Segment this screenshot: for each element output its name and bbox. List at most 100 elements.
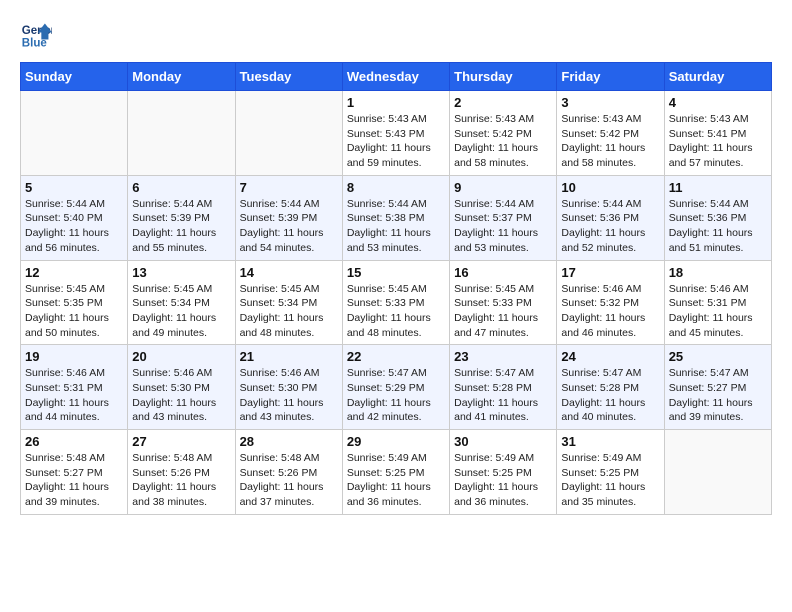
calendar-cell [128, 91, 235, 176]
calendar-cell: 14Sunrise: 5:45 AM Sunset: 5:34 PM Dayli… [235, 260, 342, 345]
day-number: 22 [347, 349, 445, 364]
day-info: Sunrise: 5:48 AM Sunset: 5:27 PM Dayligh… [25, 451, 123, 510]
day-info: Sunrise: 5:45 AM Sunset: 5:33 PM Dayligh… [454, 282, 552, 341]
day-info: Sunrise: 5:44 AM Sunset: 5:36 PM Dayligh… [561, 197, 659, 256]
calendar-table: SundayMondayTuesdayWednesdayThursdayFrid… [20, 62, 772, 515]
calendar-week-row: 19Sunrise: 5:46 AM Sunset: 5:31 PM Dayli… [21, 345, 772, 430]
day-number: 8 [347, 180, 445, 195]
day-info: Sunrise: 5:49 AM Sunset: 5:25 PM Dayligh… [561, 451, 659, 510]
day-number: 25 [669, 349, 767, 364]
day-number: 26 [25, 434, 123, 449]
day-info: Sunrise: 5:44 AM Sunset: 5:39 PM Dayligh… [132, 197, 230, 256]
calendar-week-row: 26 Sunrise: 5:48 AM Sunset: 5:27 PM Dayli… [21, 430, 772, 515]
day-info: Sunrise: 5:46 AM Sunset: 5:31 PM Dayligh… [669, 282, 767, 341]
day-info: Sunrise: 5:48 AM Sunset: 5:26 PM Dayligh… [240, 451, 338, 510]
logo-icon: General Blue [20, 20, 52, 52]
weekday-header-tuesday: Tuesday [235, 63, 342, 91]
day-number: 6 [132, 180, 230, 195]
calendar-cell: 23 Sunrise: 5:47 AM Sunset: 5:28 PM Dayli… [450, 345, 557, 430]
calendar-cell: 13 Sunrise: 5:45 AM Sunset: 5:34 PM Dayli… [128, 260, 235, 345]
calendar-cell: 20 Sunrise: 5:46 AM Sunset: 5:30 PM Dayli… [128, 345, 235, 430]
calendar-cell: 25 Sunrise: 5:47 AM Sunset: 5:27 PM Dayli… [664, 345, 771, 430]
day-info: Sunrise: 5:46 AM Sunset: 5:31 PM Dayligh… [25, 366, 123, 425]
calendar-cell: 17 Sunrise: 5:46 AM Sunset: 5:32 PM Dayli… [557, 260, 664, 345]
calendar-cell: 16 Sunrise: 5:45 AM Sunset: 5:33 PM Dayli… [450, 260, 557, 345]
day-number: 27 [132, 434, 230, 449]
calendar-cell: 30 Sunrise: 5:49 AM Sunset: 5:25 PM Dayli… [450, 430, 557, 515]
day-info: Sunrise: 5:44 AM Sunset: 5:39 PM Dayligh… [240, 197, 338, 256]
calendar-cell: 31 Sunrise: 5:49 AM Sunset: 5:25 PM Dayli… [557, 430, 664, 515]
day-info: Sunrise: 5:45 AM Sunset: 5:34 PM Dayligh… [132, 282, 230, 341]
day-info: Sunrise: 5:49 AM Sunset: 5:25 PM Dayligh… [347, 451, 445, 510]
day-info: Sunrise: 5:43 AM Sunset: 5:42 PM Dayligh… [561, 112, 659, 171]
calendar-cell: 18 Sunrise: 5:46 AM Sunset: 5:31 PM Dayli… [664, 260, 771, 345]
calendar-cell: 19Sunrise: 5:46 AM Sunset: 5:31 PM Dayli… [21, 345, 128, 430]
weekday-header-sunday: Sunday [21, 63, 128, 91]
day-info: Sunrise: 5:43 AM Sunset: 5:43 PM Dayligh… [347, 112, 445, 171]
calendar-cell: 9 Sunrise: 5:44 AM Sunset: 5:37 PM Daylig… [450, 175, 557, 260]
calendar-cell: 8Sunrise: 5:44 AM Sunset: 5:38 PM Daylig… [342, 175, 449, 260]
calendar-week-row: 5Sunrise: 5:44 AM Sunset: 5:40 PM Daylig… [21, 175, 772, 260]
day-number: 17 [561, 265, 659, 280]
day-number: 7 [240, 180, 338, 195]
weekday-header-saturday: Saturday [664, 63, 771, 91]
calendar-cell: 28 Sunrise: 5:48 AM Sunset: 5:26 PM Dayli… [235, 430, 342, 515]
calendar-cell: 1 Sunrise: 5:43 AM Sunset: 5:43 PM Daylig… [342, 91, 449, 176]
day-number: 29 [347, 434, 445, 449]
calendar-cell: 6 Sunrise: 5:44 AM Sunset: 5:39 PM Daylig… [128, 175, 235, 260]
day-number: 10 [561, 180, 659, 195]
day-number: 30 [454, 434, 552, 449]
calendar-cell: 10 Sunrise: 5:44 AM Sunset: 5:36 PM Dayli… [557, 175, 664, 260]
weekday-header-wednesday: Wednesday [342, 63, 449, 91]
day-number: 24 [561, 349, 659, 364]
day-info: Sunrise: 5:49 AM Sunset: 5:25 PM Dayligh… [454, 451, 552, 510]
day-number: 28 [240, 434, 338, 449]
calendar-cell: 4 Sunrise: 5:43 AM Sunset: 5:41 PM Daylig… [664, 91, 771, 176]
weekday-header-monday: Monday [128, 63, 235, 91]
day-info: Sunrise: 5:47 AM Sunset: 5:28 PM Dayligh… [454, 366, 552, 425]
day-info: Sunrise: 5:47 AM Sunset: 5:27 PM Dayligh… [669, 366, 767, 425]
weekday-header-thursday: Thursday [450, 63, 557, 91]
day-info: Sunrise: 5:43 AM Sunset: 5:41 PM Dayligh… [669, 112, 767, 171]
weekday-header-row: SundayMondayTuesdayWednesdayThursdayFrid… [21, 63, 772, 91]
calendar-cell: 2 Sunrise: 5:43 AM Sunset: 5:42 PM Daylig… [450, 91, 557, 176]
day-number: 4 [669, 95, 767, 110]
day-number: 2 [454, 95, 552, 110]
day-info: Sunrise: 5:47 AM Sunset: 5:29 PM Dayligh… [347, 366, 445, 425]
day-number: 31 [561, 434, 659, 449]
day-info: Sunrise: 5:43 AM Sunset: 5:42 PM Dayligh… [454, 112, 552, 171]
day-number: 3 [561, 95, 659, 110]
day-number: 20 [132, 349, 230, 364]
day-info: Sunrise: 5:46 AM Sunset: 5:30 PM Dayligh… [240, 366, 338, 425]
calendar-cell: 3 Sunrise: 5:43 AM Sunset: 5:42 PM Daylig… [557, 91, 664, 176]
calendar-cell: 15Sunrise: 5:45 AM Sunset: 5:33 PM Dayli… [342, 260, 449, 345]
calendar-cell: 11 Sunrise: 5:44 AM Sunset: 5:36 PM Dayli… [664, 175, 771, 260]
day-info: Sunrise: 5:46 AM Sunset: 5:32 PM Dayligh… [561, 282, 659, 341]
day-info: Sunrise: 5:45 AM Sunset: 5:33 PM Dayligh… [347, 282, 445, 341]
day-number: 11 [669, 180, 767, 195]
day-info: Sunrise: 5:44 AM Sunset: 5:37 PM Dayligh… [454, 197, 552, 256]
day-number: 18 [669, 265, 767, 280]
day-number: 1 [347, 95, 445, 110]
calendar-cell [21, 91, 128, 176]
day-number: 9 [454, 180, 552, 195]
calendar-cell: 29 Sunrise: 5:49 AM Sunset: 5:25 PM Dayli… [342, 430, 449, 515]
day-number: 13 [132, 265, 230, 280]
weekday-header-friday: Friday [557, 63, 664, 91]
calendar-cell: 5Sunrise: 5:44 AM Sunset: 5:40 PM Daylig… [21, 175, 128, 260]
calendar-cell [235, 91, 342, 176]
calendar-cell: 27 Sunrise: 5:48 AM Sunset: 5:26 PM Dayli… [128, 430, 235, 515]
day-number: 16 [454, 265, 552, 280]
day-number: 5 [25, 180, 123, 195]
day-info: Sunrise: 5:44 AM Sunset: 5:36 PM Dayligh… [669, 197, 767, 256]
day-info: Sunrise: 5:46 AM Sunset: 5:30 PM Dayligh… [132, 366, 230, 425]
day-info: Sunrise: 5:45 AM Sunset: 5:34 PM Dayligh… [240, 282, 338, 341]
calendar-cell [664, 430, 771, 515]
calendar-week-row: 1 Sunrise: 5:43 AM Sunset: 5:43 PM Daylig… [21, 91, 772, 176]
day-info: Sunrise: 5:48 AM Sunset: 5:26 PM Dayligh… [132, 451, 230, 510]
day-number: 23 [454, 349, 552, 364]
logo: General Blue [20, 20, 52, 52]
calendar-cell: 24 Sunrise: 5:47 AM Sunset: 5:28 PM Dayli… [557, 345, 664, 430]
day-number: 21 [240, 349, 338, 364]
day-info: Sunrise: 5:47 AM Sunset: 5:28 PM Dayligh… [561, 366, 659, 425]
